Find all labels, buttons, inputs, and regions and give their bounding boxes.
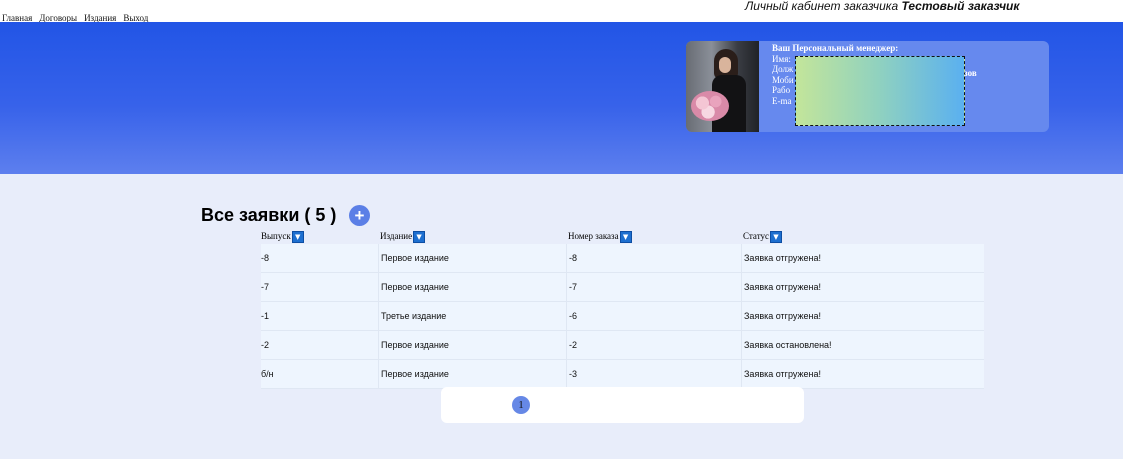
cell-status: Заявка отгружена! xyxy=(741,302,821,330)
cell-edition: Первое издание xyxy=(378,273,449,301)
photo-flowers-shape xyxy=(691,91,729,121)
cell-issue: б/н xyxy=(261,369,274,379)
cell-issue: -8 xyxy=(261,253,270,263)
cabinet-title-prefix: Личный кабинет заказчика xyxy=(745,0,899,13)
photo-face-shape xyxy=(719,57,731,73)
cabinet-title: Личный кабинет заказчика Тестовый заказч… xyxy=(745,0,1019,13)
top-bar: Главная Договоры Издания Выход Личный кабин… xyxy=(0,0,1123,23)
cell-edition: Первое издание xyxy=(378,244,449,272)
manager-photo xyxy=(686,41,759,132)
pagination: 1 xyxy=(441,387,804,423)
manager-text-fragment: зов xyxy=(964,68,977,78)
sort-order-number-icon[interactable]: ▼ xyxy=(619,231,632,243)
cell-issue: -2 xyxy=(261,340,270,350)
table-row[interactable]: -2 Первое издание -2 Заявка остановлена! xyxy=(261,331,984,360)
cell-status: Заявка остановлена! xyxy=(741,331,832,359)
redaction-overlay xyxy=(795,56,965,126)
cell-order-number: -8 xyxy=(566,244,577,272)
cell-status: Заявка отгружена! xyxy=(741,244,821,272)
cell-edition: Первое издание xyxy=(378,360,449,388)
table-row[interactable]: -7 Первое издание -7 Заявка отгружена! xyxy=(261,273,984,302)
column-header-edition-label: Издание xyxy=(380,231,413,242)
sort-issue-icon[interactable]: ▼ xyxy=(291,231,304,243)
column-header-edition: Издание ▼ xyxy=(380,231,426,243)
column-header-issue: Выпуск ▼ xyxy=(261,231,304,243)
add-order-button[interactable]: + xyxy=(349,205,370,226)
cell-issue: -1 xyxy=(261,311,270,321)
column-header-order-number: Номер заказа ▼ xyxy=(568,231,632,243)
orders-table: -8 Первое издание -8 Заявка отгружена! -… xyxy=(261,244,984,389)
column-header-issue-label: Выпуск xyxy=(261,231,291,242)
column-header-status: Статус ▼ xyxy=(743,231,782,243)
page-button-1[interactable]: 1 xyxy=(512,396,530,414)
cell-edition: Первое издание xyxy=(378,331,449,359)
cell-order-number: -7 xyxy=(566,273,577,301)
manager-title: Ваш Персональный менеджер: xyxy=(772,43,899,53)
customer-name: Тестовый заказчик xyxy=(901,0,1020,13)
cell-order-number: -6 xyxy=(566,302,577,330)
table-row[interactable]: б/н Первое издание -3 Заявка отгружена! xyxy=(261,360,984,389)
sort-edition-icon[interactable]: ▼ xyxy=(413,231,426,243)
table-row[interactable]: -1 Третье издание -6 Заявка отгружена! xyxy=(261,302,984,331)
cell-issue: -7 xyxy=(261,282,270,292)
cell-status: Заявка отгружена! xyxy=(741,360,821,388)
cell-order-number: -2 xyxy=(566,331,577,359)
sort-status-icon[interactable]: ▼ xyxy=(770,231,782,243)
column-header-status-label: Статус xyxy=(743,231,769,242)
cell-edition: Третье издание xyxy=(378,302,446,330)
column-header-order-number-label: Номер заказа xyxy=(568,231,619,242)
table-row[interactable]: -8 Первое издание -8 Заявка отгружена! xyxy=(261,244,984,273)
page-title: Все заявки ( 5 ) xyxy=(201,205,337,225)
cell-order-number: -3 xyxy=(566,360,577,388)
table-header: Выпуск ▼ Издание ▼ Номер заказа ▼ Статус ▼ xyxy=(261,231,984,244)
cell-status: Заявка отгружена! xyxy=(741,273,821,301)
